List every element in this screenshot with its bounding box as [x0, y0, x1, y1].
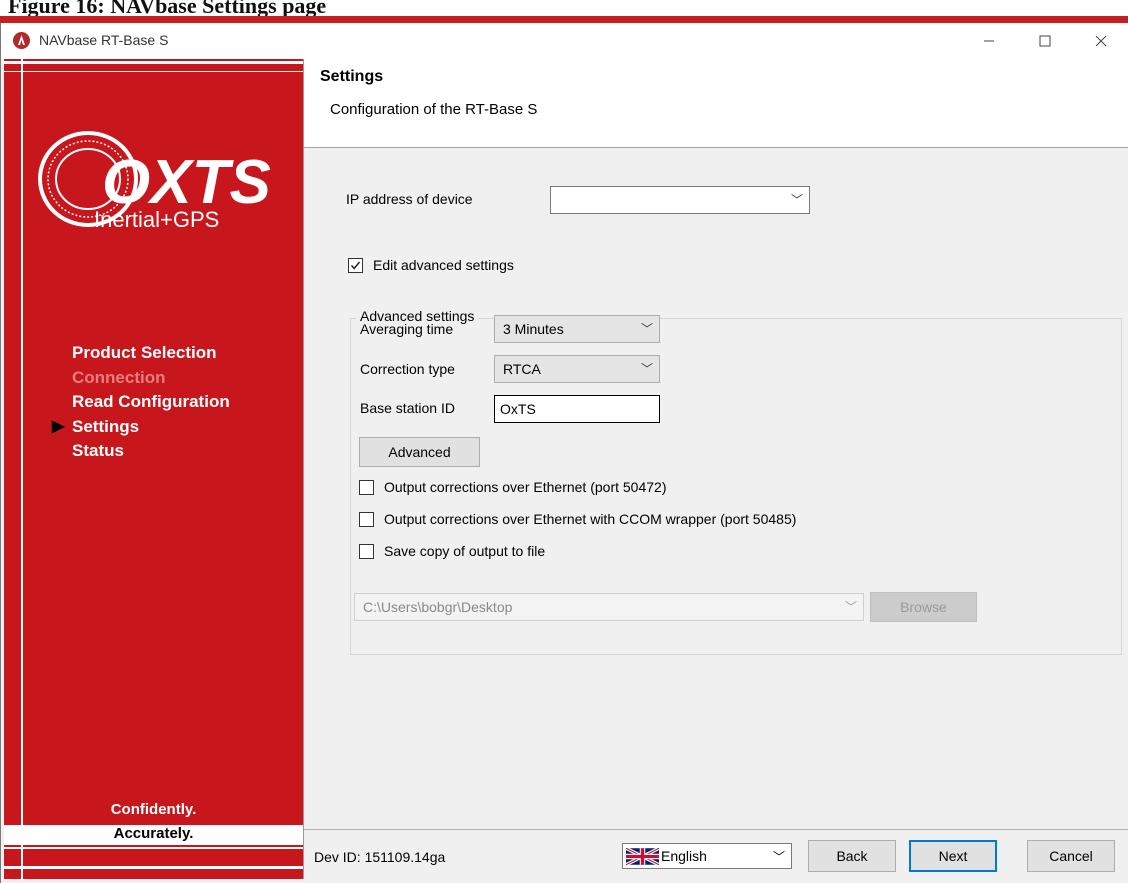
averaging-time-select[interactable]: 3 Minutes ﹀ — [494, 315, 660, 343]
sidebar-vertical-stripe — [21, 59, 23, 879]
step-read-configuration[interactable]: Read Configuration — [56, 390, 230, 415]
oxts-logo: OXTS Inertial+GPS — [30, 111, 290, 241]
browse-button: Browse — [870, 592, 977, 622]
base-station-id-label: Base station ID — [360, 400, 455, 416]
wizard-steps: Product Selection Connection Read Config… — [52, 341, 230, 464]
wizard-footer: Dev ID: 151109.14ga English ﹀ Back Next … — [304, 829, 1128, 879]
averaging-time-value: 3 Minutes — [503, 321, 564, 337]
uk-flag-icon — [626, 848, 659, 865]
output-path-value: C:\Users\bobgr\Desktop — [363, 599, 513, 615]
chevron-down-icon: ﹀ — [790, 193, 803, 207]
step-product-selection[interactable]: Product Selection — [56, 341, 230, 366]
current-step-arrow-icon: ▶ — [52, 417, 65, 435]
step-connection: Connection — [72, 367, 166, 387]
page-subtitle: Configuration of the RT-Base S — [330, 101, 538, 118]
title-bar: NAVbase RT-Base S — [1, 23, 1128, 59]
base-station-id-value: OxTS — [500, 401, 536, 417]
correction-type-value: RTCA — [503, 361, 541, 377]
sidebar-top-stripe — [4, 61, 303, 64]
navbase-window: NAVbase RT-Base S OXTS Inertial+GPS Prod… — [0, 23, 1128, 883]
base-station-id-input[interactable]: OxTS — [494, 395, 660, 423]
save-copy-label: Save copy of output to file — [384, 543, 546, 559]
oxts-app-icon — [13, 32, 30, 49]
window-title: NAVbase RT-Base S — [39, 32, 169, 48]
checkmark-icon — [350, 261, 361, 270]
output-ethernet-label: Output corrections over Ethernet (port 5… — [384, 479, 667, 495]
language-value: English — [661, 848, 707, 864]
main-panel: Settings Configuration of the RT-Base S … — [303, 59, 1128, 879]
correction-type-label: Correction type — [360, 361, 455, 377]
page-title: Settings — [320, 68, 384, 85]
averaging-time-label: Averaging time — [360, 321, 454, 337]
chevron-down-icon: ﹀ — [640, 322, 653, 336]
correction-type-select[interactable]: RTCA ﹀ — [494, 355, 660, 383]
sidebar-bottom-stripe — [4, 847, 303, 849]
output-ccom-checkbox[interactable] — [359, 512, 374, 527]
save-copy-checkbox[interactable] — [359, 544, 374, 559]
edit-advanced-checkbox[interactable] — [348, 258, 363, 273]
sidebar-bottom-stripe-2 — [4, 866, 303, 869]
chevron-down-icon: ﹀ — [640, 362, 653, 376]
page-header: Settings Configuration of the RT-Base S — [304, 59, 1128, 148]
advanced-button[interactable]: Advanced — [359, 437, 480, 467]
ip-address-label: IP address of device — [346, 191, 473, 207]
chevron-down-icon: ﹀ — [772, 850, 785, 864]
next-button[interactable]: Next — [909, 840, 997, 872]
ip-address-combo[interactable]: ﹀ — [550, 186, 810, 214]
device-id-text: Dev ID: 151109.14ga — [314, 849, 446, 865]
output-path-combo: C:\Users\bobgr\Desktop ﹀ — [354, 593, 864, 621]
tagline-accurately: Accurately. — [113, 825, 194, 842]
caption-divider — [0, 16, 1128, 23]
maximize-icon[interactable] — [1017, 23, 1073, 59]
back-button[interactable]: Back — [808, 840, 896, 872]
output-ethernet-checkbox[interactable] — [359, 480, 374, 495]
logo-tagline-text: Inertial+GPS — [94, 207, 219, 232]
tagline-confidently: Confidently. — [110, 801, 197, 818]
edit-advanced-label: Edit advanced settings — [373, 257, 514, 273]
output-ccom-label: Output corrections over Ethernet with CC… — [384, 511, 797, 527]
minimize-icon[interactable] — [961, 23, 1017, 59]
step-settings[interactable]: ▶ Settings — [52, 415, 230, 440]
chevron-down-icon: ﹀ — [844, 600, 857, 614]
cancel-button[interactable]: Cancel — [1027, 840, 1115, 872]
step-status[interactable]: Status — [56, 439, 230, 464]
language-select[interactable]: English ﹀ — [622, 843, 792, 869]
sidebar-top-stripe-thin — [4, 71, 303, 72]
close-icon[interactable] — [1073, 23, 1128, 59]
wizard-sidebar: OXTS Inertial+GPS Product Selection Conn… — [4, 59, 303, 879]
